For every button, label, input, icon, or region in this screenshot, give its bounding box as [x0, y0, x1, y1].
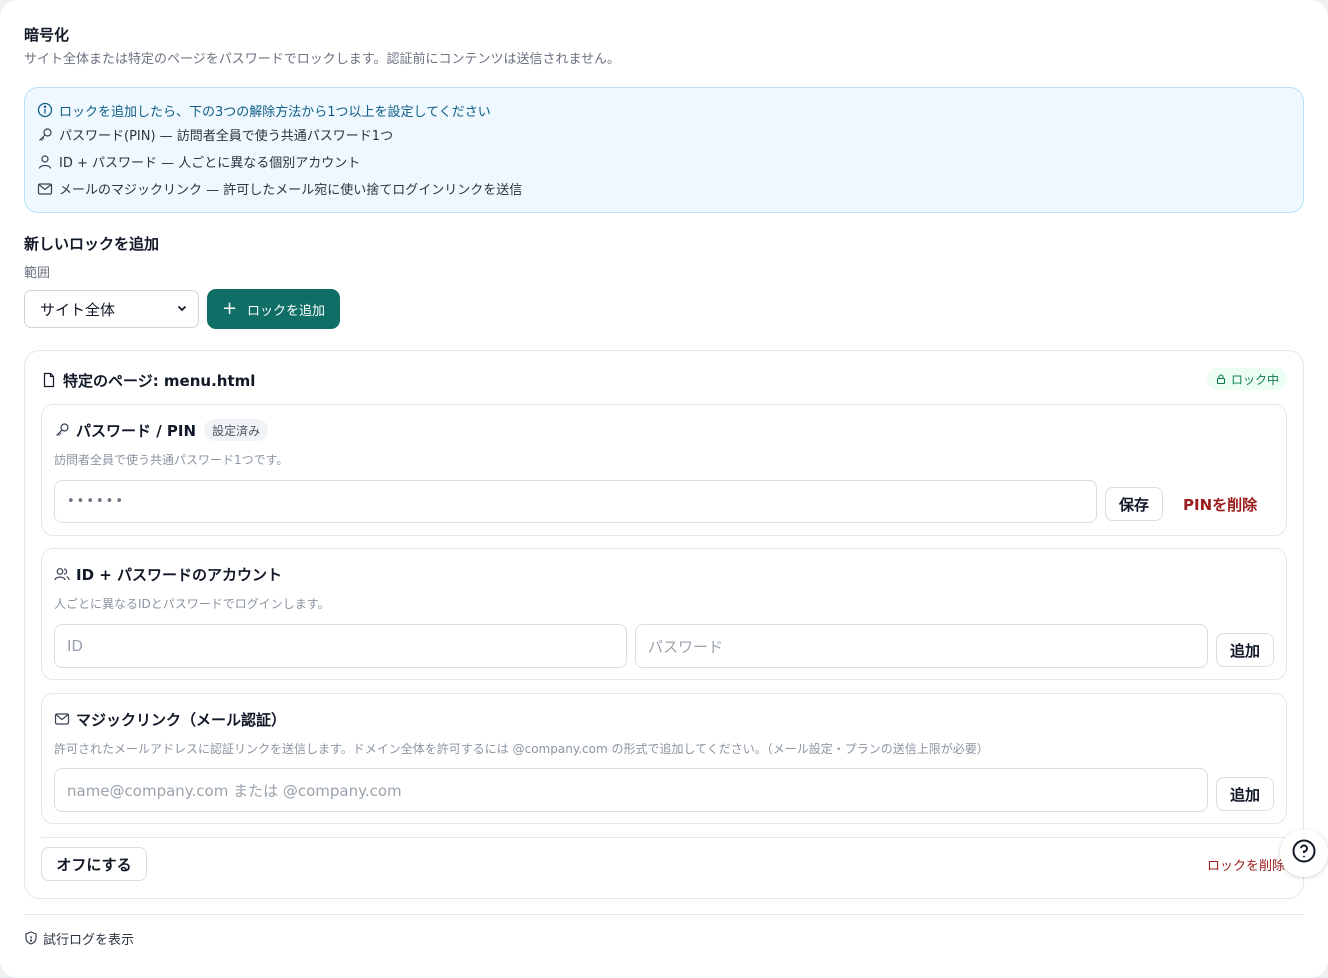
mail-check-icon [54, 711, 70, 727]
turn-off-button[interactable]: オフにする [41, 847, 147, 881]
info-item-pin: パスワード(PIN) — 訪問者全員で使う共通パスワード1つ [37, 122, 1291, 147]
user-icon [37, 154, 53, 170]
add-lock-button[interactable]: + ロックを追加 [207, 289, 340, 329]
info-item-account: ID + パスワード — 人ごとに異なる個別アカウント [37, 149, 1291, 174]
add-account-button[interactable]: 追加 [1216, 633, 1274, 667]
users-icon [54, 566, 70, 582]
magic-link-card-title: マジックリンク（メール認証） [76, 710, 287, 729]
locked-badge: ロック中 [1206, 368, 1287, 390]
section-description: サイト全体または特定のページをパスワードでロックします。認証前にコンテンツは送信… [24, 52, 621, 67]
pin-card-title: パスワード / PIN [76, 421, 197, 440]
remove-lock-link[interactable]: ロックを削除 [1207, 855, 1285, 874]
scope-select[interactable]: サイト全体 [24, 290, 199, 328]
info-box: ロックを追加したら、下の3つの解除方法から1つ以上を設定してください パスワード… [24, 87, 1304, 213]
divider [41, 837, 1287, 838]
save-button[interactable]: 保存 [1105, 487, 1163, 521]
pin-input[interactable]: •••••• [54, 480, 1097, 523]
scope-label: 範囲 [24, 266, 51, 281]
lock-card: 特定のページ: menu.html ロック中 パスワード / PIN 設定済み … [24, 350, 1304, 899]
accounts-card-title: ID + パスワードのアカウント [76, 565, 283, 584]
pin-card: パスワード / PIN 設定済み 訪問者全員で使う共通パスワード1つです。 ••… [41, 404, 1287, 536]
add-lock-title: 新しいロックを追加 [24, 235, 160, 253]
footer-divider [24, 914, 1304, 915]
info-item-text: パスワード(PIN) — 訪問者全員で使う共通パスワード1つ [59, 129, 394, 144]
add-email-button[interactable]: 追加 [1216, 777, 1274, 811]
magic-link-card: マジックリンク（メール認証） 許可されたメールアドレスに認証リンクを送信します。… [41, 693, 1287, 824]
password-input[interactable]: パスワード [635, 624, 1208, 668]
help-button[interactable] [1280, 829, 1328, 877]
view-log-link[interactable]: 試行ログを表示 [24, 929, 135, 948]
configured-chip: 設定済み [204, 419, 269, 441]
key-icon [54, 422, 70, 438]
email-input[interactable]: name@company.com または @company.com [54, 768, 1208, 812]
info-item-mail: メールのマジックリンク — 許可したメール宛に使い捨てログインリンクを送信 [37, 176, 1291, 201]
add-lock-row: サイト全体 + ロックを追加 [24, 289, 1304, 329]
lock-header: 特定のページ: menu.html [41, 369, 255, 391]
info-item-text: メールのマジックリンク — 許可したメール宛に使い捨てログインリンクを送信 [59, 183, 523, 198]
magic-link-card-description: 許可されたメールアドレスに認証リンクを送信します。ドメイン全体を許可するには @… [54, 742, 989, 756]
info-item-text: ID + パスワード — 人ごとに異なる個別アカウント [59, 156, 361, 171]
shield-icon [24, 931, 38, 945]
section-title: 暗号化 [24, 26, 70, 44]
id-input[interactable]: ID [54, 624, 627, 668]
help-icon [1291, 838, 1317, 868]
info-heading: ロックを追加したら、下の3つの解除方法から1つ以上を設定してください [37, 100, 1291, 120]
add-lock-button-label: ロックを追加 [247, 303, 326, 319]
info-icon [37, 102, 53, 118]
info-heading-text: ロックを追加したら、下の3つの解除方法から1つ以上を設定してください [59, 104, 491, 120]
locked-badge-label: ロック中 [1230, 372, 1279, 387]
accounts-card: ID + パスワードのアカウント 人ごとに異なるIDとパスワードでログインします… [41, 548, 1287, 680]
chevron-down-icon [176, 300, 188, 318]
accounts-card-header: ID + パスワードのアカウント [54, 563, 282, 585]
key-icon [37, 127, 53, 143]
mail-icon [37, 181, 53, 197]
file-icon [41, 372, 57, 388]
lock-title: 特定のページ: menu.html [63, 371, 256, 390]
plus-icon: + [221, 298, 238, 319]
pin-card-description: 訪問者全員で使う共通パスワード1つです。 [54, 453, 289, 467]
view-log-link-label: 試行ログを表示 [43, 932, 135, 948]
accounts-card-description: 人ごとに異なるIDとパスワードでログインします。 [54, 597, 330, 611]
delete-pin-button[interactable]: PINを削除 [1183, 487, 1257, 521]
lock-icon [1215, 373, 1227, 385]
magic-link-card-header: マジックリンク（メール認証） [54, 708, 286, 730]
pin-card-header: パスワード / PIN 設定済み [54, 419, 269, 441]
scope-select-value: サイト全体 [40, 300, 116, 319]
